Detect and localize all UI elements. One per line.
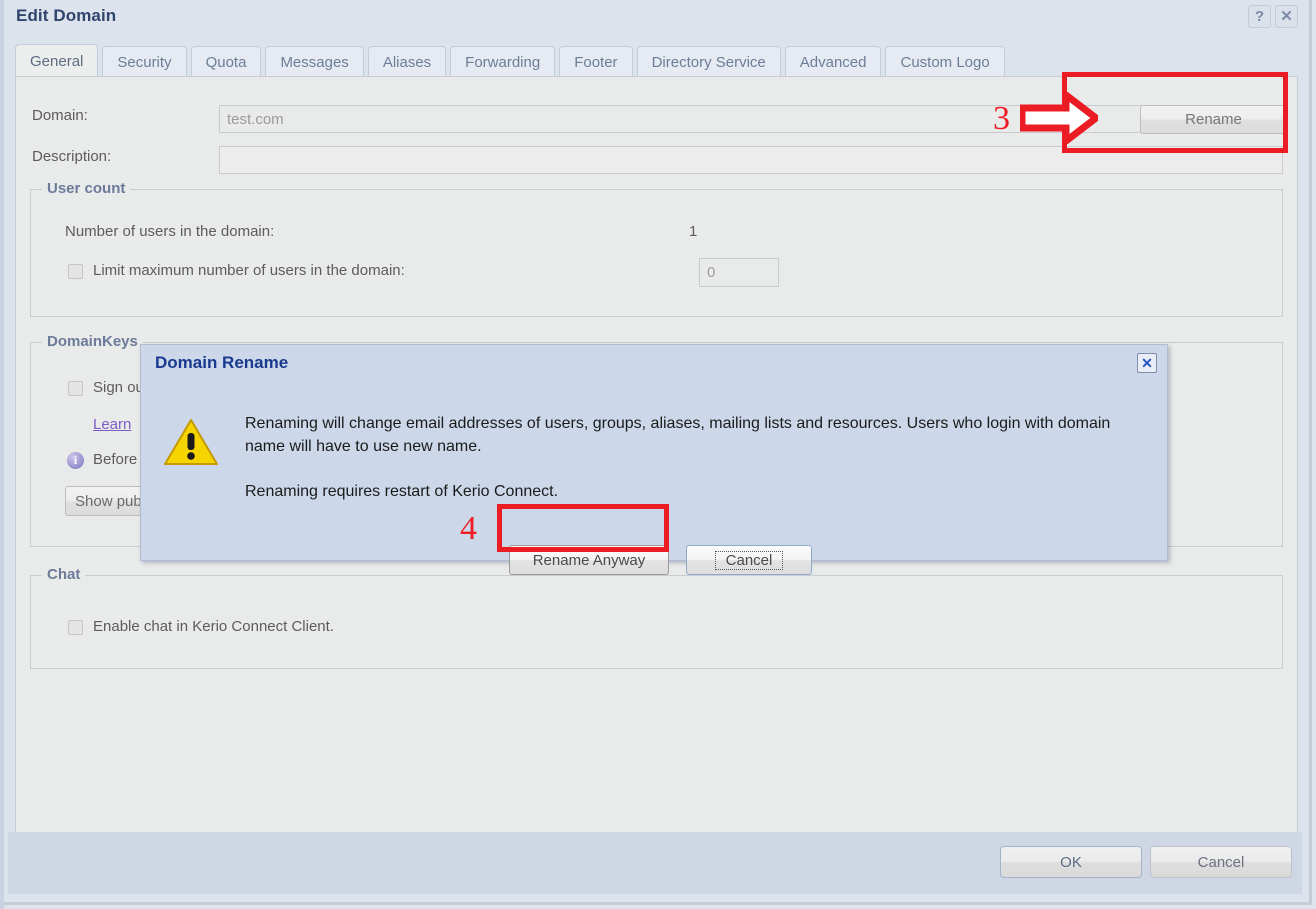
dialog-cancel-button[interactable]: Cancel [686,545,812,575]
tab-aliases[interactable]: Aliases [367,46,447,77]
domain-rename-message: Renaming will change email addresses of … [245,412,1145,526]
dialog-paragraph-1: Renaming will change email addresses of … [245,415,1111,456]
tab-quota[interactable]: Quota [190,46,262,77]
ok-button[interactable]: OK [1000,846,1142,878]
dialog-footer: OK Cancel [8,832,1302,894]
number-of-users-label: Number of users in the domain: [65,223,275,240]
user-count-group: User count Number of users in the domain… [30,180,1283,317]
learn-more-link[interactable]: Learn [93,416,131,433]
description-label-row: Description: [32,148,111,165]
tab-general[interactable]: General [15,44,99,77]
sign-outgoing-checkbox[interactable] [68,381,83,396]
number-of-users-value: 1 [689,223,698,240]
dialog-cancel-label: Cancel [714,550,784,570]
tab-security[interactable]: Security [102,46,187,77]
before-note-text: Before [93,451,138,468]
window-controls: ? ✕ [1248,5,1298,28]
domain-rename-body: Renaming will change email addresses of … [141,379,1167,575]
rename-button[interactable]: Rename [1140,105,1287,134]
domainkeys-legend: DomainKeys [42,333,143,350]
limit-users-label: Limit maximum number of users in the dom… [93,262,405,279]
sign-outgoing-label: Sign ou [93,379,144,396]
domain-input[interactable]: test.com [219,105,1283,133]
user-count-legend: User count [42,180,131,197]
tab-messages[interactable]: Messages [265,46,364,77]
close-icon[interactable]: ✕ [1275,5,1298,28]
window-titlebar: Edit Domain ? ✕ [4,0,1309,36]
enable-chat-checkbox[interactable] [68,620,83,635]
tab-bar: General Security Quota Messages Aliases … [15,44,1005,77]
cancel-button[interactable]: Cancel [1150,846,1292,878]
tab-footer[interactable]: Footer [559,46,633,77]
chat-legend: Chat [42,566,86,583]
screenshot-root: Edit Domain ? ✕ General Security Quota M… [0,0,1316,909]
tab-advanced[interactable]: Advanced [784,46,882,77]
domain-label: Domain: [32,107,88,124]
description-input[interactable] [219,146,1283,174]
description-label: Description: [32,148,112,165]
dialog-paragraph-2: Renaming requires restart of Kerio Conne… [245,483,559,501]
info-icon: i [67,452,84,469]
limit-users-checkbox[interactable] [68,264,83,279]
page-title: Edit Domain [16,6,117,25]
dialog-close-icon[interactable]: ✕ [1137,353,1157,373]
warning-icon [164,419,218,465]
tab-custom-logo[interactable]: Custom Logo [885,46,1005,77]
limit-users-input[interactable]: 0 [699,258,779,287]
enable-chat-label: Enable chat in Kerio Connect Client. [93,618,334,635]
domain-label-row: Domain: [32,107,88,124]
chat-group: Chat Enable chat in Kerio Connect Client… [30,566,1283,669]
tab-directory-service[interactable]: Directory Service [636,46,781,77]
tab-forwarding[interactable]: Forwarding [450,46,556,77]
rename-anyway-button[interactable]: Rename Anyway [509,545,669,575]
domain-rename-dialog: Domain Rename ✕ Renaming will change ema… [140,344,1168,575]
domain-rename-title: Domain Rename [155,353,289,372]
help-icon[interactable]: ? [1248,5,1271,28]
